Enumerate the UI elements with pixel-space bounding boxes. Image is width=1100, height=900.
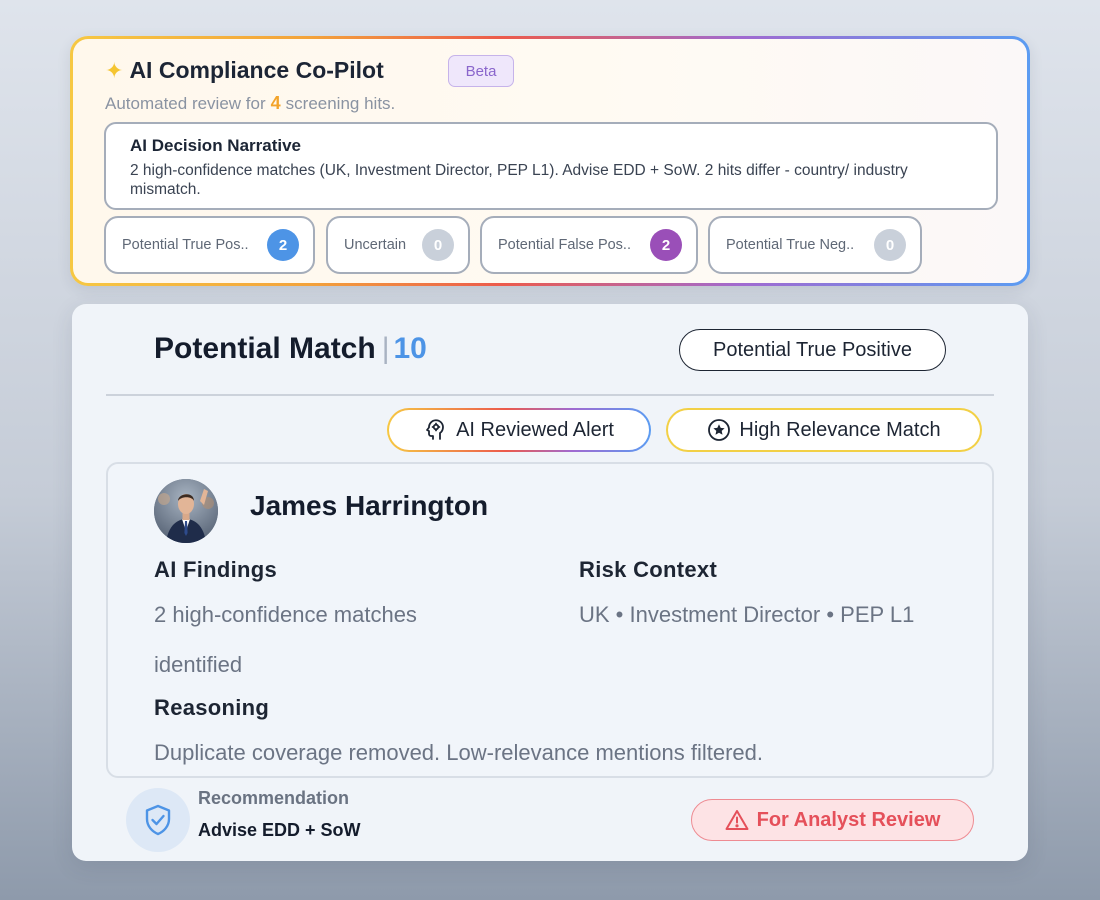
narrative-body: 2 high-confidence matches (UK, Investmen… [130, 162, 908, 198]
copilot-card: ✦ AI Compliance Co-Pilot Beta Automated … [73, 39, 1027, 283]
filter-potential-true-negative[interactable]: Potential True Neg.. 0 [708, 216, 922, 274]
copilot-title: AI Compliance Co-Pilot [129, 57, 384, 83]
sparkle-icon: ✦ [105, 57, 124, 83]
ai-findings-label: AI Findings [154, 557, 278, 582]
warning-icon [725, 810, 749, 830]
recommendation-label: Recommendation [198, 788, 350, 808]
ai-reviewed-label: AI Reviewed Alert [456, 418, 614, 441]
high-relevance-label: High Relevance Match [739, 418, 941, 441]
hit-count: 4 [270, 93, 281, 113]
copilot-card-border: ✦ AI Compliance Co-Pilot Beta Automated … [70, 36, 1030, 286]
recommendation-value: Advise EDD + SoW [198, 820, 361, 840]
subtitle-prefix: Automated review for [105, 94, 266, 113]
narrative-title: AI Decision Narrative [130, 136, 302, 155]
header-divider [106, 394, 994, 396]
person-details-card: James Harrington AI Findings 2 high-conf… [106, 462, 994, 778]
filter-potential-false-positive[interactable]: Potential False Pos.. 2 [480, 216, 698, 274]
risk-context-text: UK • Investment Director • PEP L1 [579, 602, 915, 627]
filter-potential-true-positive[interactable]: Potential True Pos.. 2 [104, 216, 315, 274]
filter-label: Uncertain [344, 237, 407, 253]
risk-context-label: Risk Context [579, 557, 718, 582]
high-relevance-chip: High Relevance Match [666, 408, 982, 452]
subtitle-suffix: screening hits. [285, 94, 396, 113]
analyst-review-label: For Analyst Review [756, 808, 941, 831]
reasoning-text: Duplicate coverage removed. Low-relevanc… [154, 740, 763, 765]
reasoning-label: Reasoning [154, 695, 270, 720]
ai-reviewed-chip: AI Reviewed Alert [387, 408, 651, 452]
filter-uncertain[interactable]: Uncertain 0 [326, 216, 470, 274]
title-separator: | [381, 332, 390, 365]
ai-brain-icon [426, 419, 444, 440]
copilot-header: ✦ AI Compliance Co-Pilot [105, 57, 384, 84]
filter-label: Potential True Pos.. [122, 237, 249, 253]
decision-narrative-box: AI Decision Narrative 2 high-confidence … [104, 122, 998, 210]
beta-badge: Beta [448, 55, 514, 87]
recommendation-icon-wrap [126, 788, 190, 852]
ai-findings-text: 2 high-confidence matches identified [154, 602, 417, 677]
match-title: Potential Match | 10 [154, 332, 427, 366]
filter-count-badge: 0 [874, 229, 906, 261]
match-number: 10 [393, 332, 427, 365]
avatar [154, 479, 218, 543]
classification-chip[interactable]: Potential True Positive [679, 329, 946, 371]
star-badge-icon [708, 419, 731, 441]
filter-count-badge: 0 [422, 229, 454, 261]
filter-count-badge: 2 [650, 229, 682, 261]
person-name: James Harrington [250, 490, 489, 521]
filter-label: Potential True Neg.. [726, 237, 855, 253]
analyst-review-button[interactable]: For Analyst Review [691, 799, 974, 841]
potential-match-card: Potential Match | 10 Potential True Positi… [72, 304, 1028, 861]
filter-label: Potential False Pos.. [498, 237, 631, 253]
shield-check-icon [145, 804, 171, 836]
copilot-subtitle: Automated review for 4 screening hits. [105, 93, 395, 114]
filter-count-badge: 2 [267, 229, 299, 261]
match-title-text: Potential Match [154, 332, 376, 365]
